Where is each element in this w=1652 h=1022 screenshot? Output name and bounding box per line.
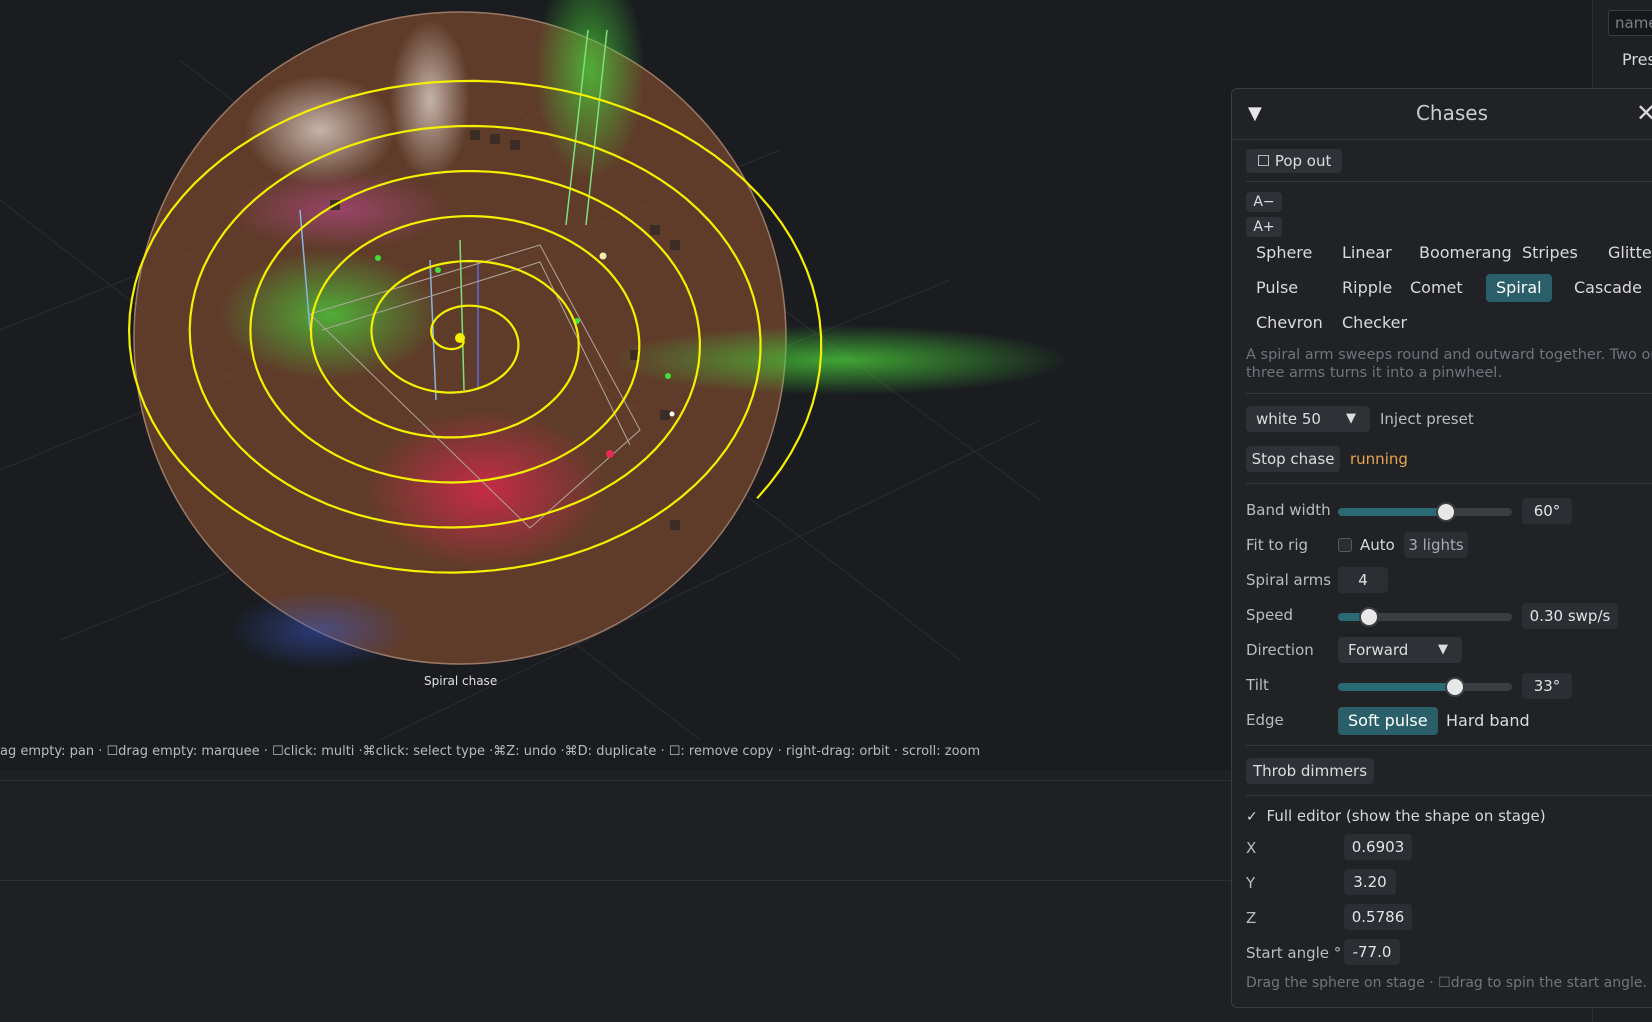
stage-3d-scene[interactable]	[0, 0, 1240, 770]
name-input[interactable]: name	[1608, 10, 1652, 36]
band-width-value[interactable]: 60°	[1522, 498, 1572, 524]
inject-preset-label: Inject preset	[1380, 410, 1474, 428]
timeline-divider	[0, 780, 1240, 781]
preset-select[interactable]: white 50 ▼	[1246, 406, 1370, 432]
start-angle-input[interactable]: -77.0	[1344, 939, 1400, 965]
panel-title: Chases	[1415, 101, 1489, 125]
tilt-label: Tilt	[1246, 676, 1269, 694]
white-beam-glow-2	[390, 20, 470, 180]
y-input[interactable]: 3.20	[1344, 869, 1396, 895]
speed-value[interactable]: 0.30 swp/s	[1522, 603, 1618, 629]
speed-slider[interactable]	[1338, 607, 1512, 627]
throb-dimmers-button[interactable]: Throb dimmers	[1246, 758, 1374, 784]
fit-to-rig-label: Fit to rig	[1246, 536, 1309, 554]
z-label: Z	[1246, 909, 1257, 927]
full-editor-checkbox[interactable]: ✓ Full editor (show the shape on stage)	[1246, 807, 1546, 825]
pattern-tab-comet[interactable]: Comet	[1400, 274, 1473, 302]
edge-hard-band[interactable]: Hard band	[1436, 707, 1540, 735]
speed-knob[interactable]	[1359, 607, 1380, 627]
green-side-glow	[610, 325, 1070, 395]
pattern-tab-glitter[interactable]: Glitter	[1598, 239, 1652, 267]
pattern-tab-linear[interactable]: Linear	[1332, 239, 1402, 267]
full-editor-label: Full editor (show the shape on stage)	[1266, 807, 1546, 825]
direction-select[interactable]: Forward ▼	[1338, 637, 1462, 663]
pattern-tab-chevron[interactable]: Chevron	[1246, 309, 1333, 337]
font-increase-button[interactable]: A+	[1246, 217, 1282, 237]
presets-label: Pres	[1622, 50, 1652, 69]
y-label: Y	[1246, 874, 1256, 892]
pop-out-button[interactable]: ☐ Pop out	[1246, 149, 1342, 173]
preset-select-value: white 50	[1256, 410, 1321, 428]
tilt-slider[interactable]	[1338, 677, 1512, 697]
pattern-tab-pulse[interactable]: Pulse	[1246, 274, 1308, 302]
stop-chase-button[interactable]: Stop chase	[1246, 446, 1340, 472]
pattern-description: A spiral arm sweeps round and outward to…	[1246, 347, 1652, 381]
chases-panel: ▼ Chases ✕ ☐ Pop out A− A+ SphereLinearB…	[1231, 88, 1652, 1008]
tilt-knob[interactable]	[1444, 677, 1465, 697]
pattern-tab-stripes[interactable]: Stripes	[1512, 239, 1588, 267]
pattern-tab-boomerang[interactable]: Boomerang	[1409, 239, 1522, 267]
pattern-tab-ripple[interactable]: Ripple	[1332, 274, 1402, 302]
tilt-value[interactable]: 33°	[1522, 673, 1572, 699]
band-width-knob[interactable]	[1435, 502, 1456, 522]
panel-header[interactable]: ▼ Chases ✕	[1232, 89, 1652, 140]
pattern-tab-cascade[interactable]: Cascade	[1564, 274, 1652, 302]
pattern-tab-spiral[interactable]: Spiral	[1486, 274, 1552, 302]
start-angle-label: Start angle °	[1246, 944, 1342, 962]
divider	[1246, 745, 1652, 746]
auto-checkbox[interactable]	[1338, 538, 1352, 552]
start-angle-handle[interactable]	[599, 252, 607, 260]
band-width-slider[interactable]	[1338, 502, 1512, 522]
spiral-arms-label: Spiral arms	[1246, 571, 1332, 589]
divider	[1246, 483, 1652, 484]
band-width-label: Band width	[1246, 501, 1331, 519]
footer-hint: Drag the sphere on stage · ☐drag to spin…	[1246, 975, 1647, 991]
sphere-label: Spiral chase	[424, 674, 498, 688]
pattern-tab-checker[interactable]: Checker	[1332, 309, 1417, 337]
x-label: X	[1246, 839, 1257, 857]
divider	[1246, 393, 1652, 394]
timeline-divider	[0, 880, 1240, 881]
band-width-fill	[1338, 508, 1446, 516]
checkmark-icon: ✓	[1246, 809, 1258, 825]
blue-glow	[230, 590, 410, 670]
green-wash-glow	[220, 250, 440, 380]
chevron-down-icon: ▼	[1438, 642, 1448, 657]
auto-label: Auto	[1360, 536, 1395, 554]
direction-label: Direction	[1246, 641, 1314, 659]
viewport-shortcut-hints: ag empty: pan · ☐drag empty: marquee · ☐…	[0, 744, 981, 759]
z-input[interactable]: 0.5786	[1344, 904, 1412, 930]
x-input[interactable]: 0.6903	[1344, 834, 1412, 860]
close-icon[interactable]: ✕	[1636, 99, 1652, 127]
chase-status: running	[1350, 450, 1408, 468]
pattern-tab-sphere[interactable]: Sphere	[1246, 239, 1322, 267]
font-decrease-button[interactable]: A−	[1246, 192, 1282, 212]
light-count-badge: 3 lights	[1404, 532, 1468, 558]
spiral-arms-input[interactable]: 4	[1338, 567, 1388, 593]
divider	[1246, 181, 1652, 182]
speed-label: Speed	[1246, 606, 1294, 624]
tilt-fill	[1338, 683, 1455, 691]
edge-label: Edge	[1246, 711, 1284, 729]
direction-select-value: Forward	[1348, 641, 1409, 659]
divider	[1246, 795, 1652, 796]
spiral-center-handle[interactable]	[455, 333, 465, 343]
chevron-down-icon: ▼	[1346, 411, 1356, 426]
edge-soft-pulse[interactable]: Soft pulse	[1338, 707, 1438, 735]
